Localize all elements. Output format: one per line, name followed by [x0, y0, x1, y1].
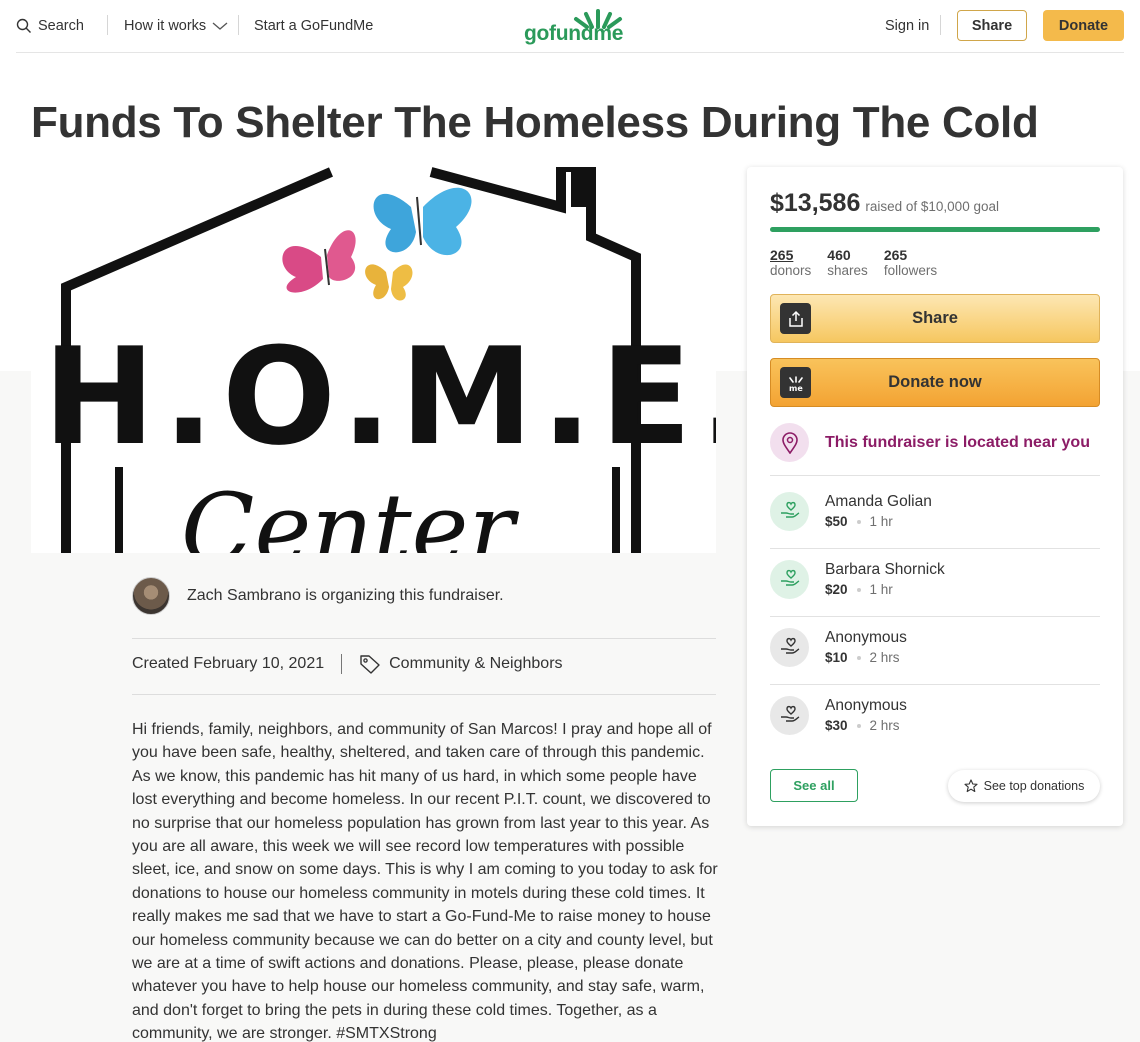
stat-donors[interactable]: 265 donors [770, 247, 811, 278]
followers-label: followers [883, 263, 938, 278]
donor-name: Barbara Shornick [825, 561, 945, 578]
donation-amount: $30 [825, 718, 848, 733]
category-label: Community & Neighbors [389, 655, 563, 672]
share-button[interactable]: Share [770, 294, 1100, 343]
organizer-text: Zach Sambrano is organizing this fundrai… [187, 587, 504, 604]
organizer-row: Zach Sambrano is organizing this fundrai… [132, 577, 504, 615]
donor-name: Amanda Golian [825, 493, 932, 510]
donation-amount: $10 [825, 650, 848, 665]
tag-icon [360, 655, 380, 674]
donors-count: 265 [770, 247, 794, 263]
nav-divider [238, 15, 239, 35]
progress-bar [770, 227, 1100, 232]
followers-count: 265 [883, 247, 908, 263]
meta-divider [341, 654, 343, 674]
donation-amount: $20 [825, 582, 848, 597]
donate-now-label: Donate now [888, 373, 982, 391]
separator-dot [856, 587, 861, 592]
start-gofundme-label: Start a GoFundMe [254, 18, 374, 34]
donors-label: donors [770, 263, 812, 278]
location-notice-text: This fundraiser is located near you [825, 433, 1090, 451]
see-top-donations-button[interactable]: See top donations [948, 770, 1100, 802]
home-center-logo-image: H.O.M.E. Center [31, 167, 716, 553]
separator-dot [856, 655, 861, 660]
separator-dot [856, 519, 861, 524]
donation-item: Amanda Golian $50 1 hr [770, 477, 1100, 545]
donor-name: Anonymous [825, 629, 907, 646]
gofundme-me-icon: me [780, 367, 811, 398]
chevron-down-icon [212, 22, 228, 30]
organizer-avatar[interactable] [132, 577, 170, 615]
page-title: Funds To Shelter The Homeless During The… [31, 98, 1039, 147]
donate-now-button[interactable]: me Donate now [770, 358, 1100, 407]
stats-row: 265 donors 460 shares 265 followers [770, 247, 937, 278]
separator-dot [856, 723, 861, 728]
how-it-works-label: How it works [124, 18, 207, 34]
campaign-story: Hi friends, family, neighbors, and commu… [132, 721, 718, 1042]
hero-letters: H.O.M.E. [43, 319, 716, 475]
star-icon [964, 779, 978, 793]
sign-in-label: Sign in [885, 18, 930, 34]
svg-text:me: me [789, 384, 803, 392]
campaign-image[interactable]: H.O.M.E. Center [31, 167, 716, 553]
donor-hand-heart-icon [770, 491, 809, 531]
gofundme-logo[interactable]: gofundme [524, 8, 634, 45]
search-link[interactable]: Search [16, 0, 84, 52]
goal-text: raised of $10,000 goal [865, 199, 999, 214]
donation-item: Anonymous $30 2 hrs [770, 681, 1100, 749]
see-all-button[interactable]: See all [770, 769, 858, 802]
category-link[interactable]: Community & Neighbors [359, 654, 563, 674]
donor-hand-heart-icon [770, 559, 809, 599]
donation-item: Barbara Shornick $20 1 hr [770, 545, 1100, 613]
shares-label: shares [827, 263, 868, 278]
logo-wordmark: gofundme [524, 22, 624, 45]
sign-in-link[interactable]: Sign in [885, 0, 929, 52]
divider [770, 475, 1100, 476]
donation-time: 2 hrs [869, 718, 900, 733]
share-label: Share [912, 309, 958, 327]
donation-sidebar: $13,586 raised of $10,000 goal 265 donor… [747, 167, 1123, 826]
donation-time: 1 hr [869, 582, 893, 597]
donation-time: 2 hrs [869, 650, 900, 665]
nav-divider [940, 15, 941, 35]
raised-summary: $13,586 raised of $10,000 goal [770, 189, 999, 218]
divider [132, 638, 716, 639]
header-share-button[interactable]: Share [957, 10, 1027, 41]
donation-amount: $50 [825, 514, 848, 529]
divider [132, 694, 716, 695]
donation-item: Anonymous $10 2 hrs [770, 613, 1100, 681]
search-label: Search [38, 18, 84, 34]
see-top-donations-label: See top donations [983, 779, 1085, 793]
donor-hand-heart-icon [770, 695, 809, 735]
donor-name: Anonymous [825, 697, 907, 714]
hero-script-text: Center [181, 473, 519, 553]
campaign-meta: Created February 10, 2021 Community & Ne… [132, 654, 563, 674]
location-pin-icon [770, 423, 809, 462]
donation-time: 1 hr [869, 514, 893, 529]
share-icon [780, 303, 811, 334]
raised-amount: $13,586 [770, 189, 861, 217]
progress-fill [770, 227, 1100, 232]
search-icon [16, 18, 31, 33]
stat-shares: 460 shares [827, 247, 868, 278]
donor-hand-heart-icon [770, 627, 809, 667]
how-it-works-menu[interactable]: How it works [124, 0, 228, 52]
header-donate-button[interactable]: Donate [1043, 10, 1124, 41]
start-gofundme-link[interactable]: Start a GoFundMe [254, 0, 373, 52]
shares-count: 460 [827, 247, 851, 263]
location-notice: This fundraiser is located near you [770, 423, 1090, 462]
created-date: Created February 10, 2021 [132, 655, 325, 672]
stat-followers: 265 followers [884, 247, 937, 278]
nav-divider [107, 15, 108, 35]
